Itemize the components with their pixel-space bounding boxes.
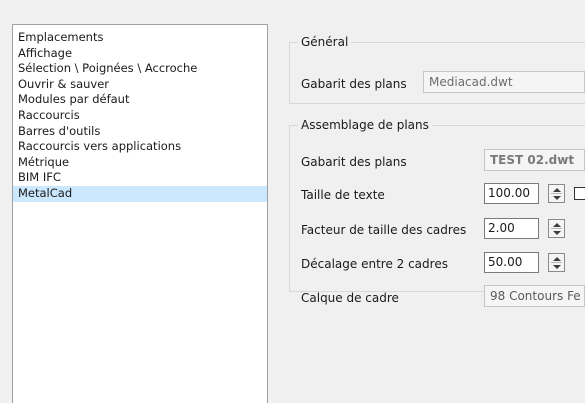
nav-item-emplacements[interactable]: Emplacements — [13, 30, 267, 46]
text-size-label: Taille de texte — [301, 188, 385, 202]
nav-item-raccourcis-applications[interactable]: Raccourcis vers applications — [13, 139, 267, 155]
spinner-divider — [551, 193, 562, 194]
nav-item-selection-poignees-accroche[interactable]: Sélection \ Poignées \ Accroche — [13, 61, 267, 77]
general-template-label: Gabarit des plans — [301, 77, 407, 91]
spin-down-icon[interactable] — [553, 231, 561, 235]
frame-factor-input[interactable]: 2.00 — [484, 218, 539, 239]
spin-down-icon[interactable] — [553, 265, 561, 269]
nav-item-modules-par-defaut[interactable]: Modules par défaut — [13, 92, 267, 108]
spin-up-icon[interactable] — [553, 188, 561, 192]
layer-label: Calque de cadre — [301, 291, 399, 305]
spin-down-icon[interactable] — [553, 196, 561, 200]
assembly-template-field: TEST 02.dwt — [484, 149, 585, 171]
spin-up-icon[interactable] — [553, 257, 561, 261]
offset-input[interactable]: 50.00 — [484, 252, 539, 273]
general-group-title: Général — [298, 35, 352, 49]
spinner-divider — [551, 262, 562, 263]
layer-dropdown[interactable]: 98 Contours Fe — [484, 285, 585, 307]
nav-item-barres-outils[interactable]: Barres d'outils — [13, 124, 267, 140]
frame-factor-spinner[interactable] — [548, 219, 565, 238]
nav-item-metrique[interactable]: Métrique — [13, 155, 267, 171]
text-size-spinner[interactable] — [548, 184, 565, 203]
nav-item-bim-ifc[interactable]: BIM IFC — [13, 170, 267, 186]
spinner-divider — [551, 228, 562, 229]
nav-item-metalcad[interactable]: MetalCad — [13, 185, 267, 202]
options-category-list[interactable]: Emplacements Affichage Sélection \ Poign… — [12, 24, 268, 403]
text-size-input[interactable]: 100.00 — [484, 183, 539, 204]
offset-label: Décalage entre 2 cadres — [301, 257, 448, 271]
offset-spinner[interactable] — [548, 253, 565, 272]
nav-item-affichage[interactable]: Affichage — [13, 46, 267, 62]
frame-factor-label: Facteur de taille des cadres — [301, 223, 467, 237]
nav-item-raccourcis[interactable]: Raccourcis — [13, 108, 267, 124]
general-template-field: Mediacad.dwt — [423, 71, 585, 93]
text-size-checkbox[interactable] — [574, 187, 585, 200]
assembly-template-label: Gabarit des plans — [301, 155, 407, 169]
nav-item-ouvrir-sauver[interactable]: Ouvrir & sauver — [13, 77, 267, 93]
spin-up-icon[interactable] — [553, 223, 561, 227]
assembly-group-title: Assemblage de plans — [298, 118, 432, 132]
